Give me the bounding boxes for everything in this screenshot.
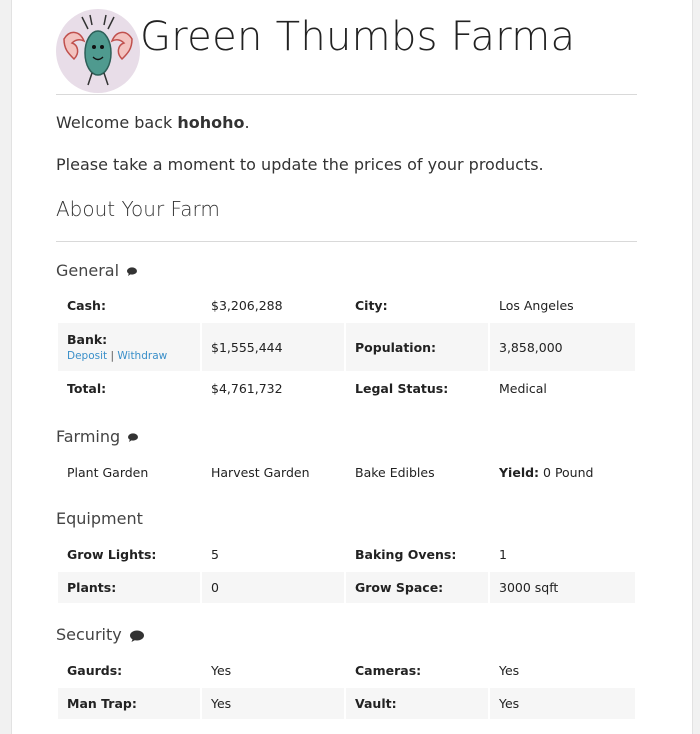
- site-header: Green Thumbs Farma: [56, 0, 637, 95]
- legal-status-value: Medical: [499, 381, 547, 396]
- cash-value: $3,206,288: [211, 298, 283, 313]
- grow-lights-label: Grow Lights:: [67, 547, 157, 562]
- grow-space-label: Grow Space:: [346, 572, 488, 603]
- total-label: Total:: [67, 381, 107, 396]
- plant-garden-link[interactable]: Plant Garden: [58, 457, 200, 488]
- bank-actions: Deposit | Withdraw: [67, 350, 200, 362]
- man-trap-label: Man Trap:: [58, 688, 200, 719]
- withdraw-link[interactable]: Withdraw: [117, 350, 167, 362]
- comment-icon[interactable]: [129, 630, 144, 642]
- main-content: Green Thumbs Farma Welcome back hohoho. …: [56, 0, 637, 719]
- update-prices-prompt: Please take a moment to update the price…: [56, 155, 544, 174]
- yield-cell: Yield: 0 Pound: [490, 457, 635, 488]
- farming-heading: Farming: [56, 427, 139, 446]
- bake-edibles-link[interactable]: Bake Edibles: [346, 457, 488, 488]
- cash-label: Cash:: [67, 298, 106, 313]
- username: hohoho: [177, 113, 245, 132]
- divider: [56, 241, 637, 242]
- yield-value: 0 Pound: [539, 465, 594, 480]
- table-row: Plant Garden Harvest Garden Bake Edibles…: [58, 457, 635, 488]
- about-heading: About Your Farm: [56, 197, 220, 221]
- site-logo[interactable]: [56, 9, 140, 93]
- general-heading: General: [56, 261, 138, 280]
- plants-label: Plants:: [58, 572, 200, 603]
- general-heading-label: General: [56, 261, 120, 280]
- welcome-prefix: Welcome back: [56, 113, 178, 132]
- cameras-label: Cameras:: [355, 663, 422, 678]
- site-title: Green Thumbs Farma: [140, 14, 576, 60]
- welcome-suffix: .: [244, 113, 250, 132]
- population-label: Population:: [346, 323, 488, 371]
- table-row: Gaurds: Yes Cameras: Yes: [58, 655, 635, 686]
- table-row: Cash: $3,206,288 City: Los Angeles: [58, 290, 635, 321]
- table-row: Bank: Deposit | Withdraw $1,555,444 Popu…: [58, 323, 635, 371]
- baking-ovens-value[interactable]: 1: [490, 539, 635, 570]
- cameras-value: Yes: [499, 663, 520, 678]
- legal-status-label: Legal Status:: [355, 381, 449, 396]
- city-value: Los Angeles: [499, 298, 574, 313]
- security-table: Gaurds: Yes Cameras: Yes Man Trap: Yes V…: [56, 653, 637, 721]
- deposit-link[interactable]: Deposit: [67, 350, 107, 362]
- security-heading: Security: [56, 625, 144, 644]
- table-row: Grow Lights: 5 Baking Ovens: 1: [58, 539, 635, 570]
- link-separator: |: [110, 350, 115, 362]
- equipment-heading-label: Equipment: [56, 509, 143, 528]
- page-container: Green Thumbs Farma Welcome back hohoho. …: [11, 0, 693, 734]
- bank-label: Bank:: [67, 332, 108, 347]
- baking-ovens-label: Baking Ovens:: [355, 547, 457, 562]
- table-row: Man Trap: Yes Vault: Yes: [58, 688, 635, 719]
- city-label: City:: [355, 298, 388, 313]
- table-row: Plants: 0 Grow Space: 3000 sqft: [58, 572, 635, 603]
- equipment-heading: Equipment: [56, 509, 143, 528]
- grow-space-value[interactable]: 3000 sqft: [490, 572, 635, 603]
- farming-table: Plant Garden Harvest Garden Bake Edibles…: [56, 455, 637, 490]
- harvest-garden-text: Harvest Garden: [211, 465, 310, 480]
- man-trap-value: Yes: [202, 688, 344, 719]
- comment-icon[interactable]: [128, 433, 139, 442]
- general-table: Cash: $3,206,288 City: Los Angeles Bank:…: [56, 288, 637, 406]
- bank-cell: Bank: Deposit | Withdraw: [58, 323, 200, 371]
- vault-value: Yes: [490, 688, 635, 719]
- security-heading-label: Security: [56, 625, 122, 644]
- equipment-table: Grow Lights: 5 Baking Ovens: 1 Plants: 0…: [56, 537, 637, 605]
- comment-icon[interactable]: [127, 267, 138, 276]
- grow-lights-value[interactable]: 5: [202, 539, 344, 570]
- table-row: Total: $4,761,732 Legal Status: Medical: [58, 373, 635, 404]
- population-value: 3,858,000: [490, 323, 635, 371]
- vault-label: Vault:: [346, 688, 488, 719]
- guards-value: Yes: [211, 663, 232, 678]
- welcome-message: Welcome back hohoho.: [56, 113, 250, 132]
- farming-heading-label: Farming: [56, 427, 121, 446]
- total-value: $4,761,732: [211, 381, 283, 396]
- guards-label: Gaurds:: [67, 663, 123, 678]
- plants-value[interactable]: 0: [202, 572, 344, 603]
- bank-value: $1,555,444: [202, 323, 344, 371]
- yield-label: Yield:: [499, 465, 540, 480]
